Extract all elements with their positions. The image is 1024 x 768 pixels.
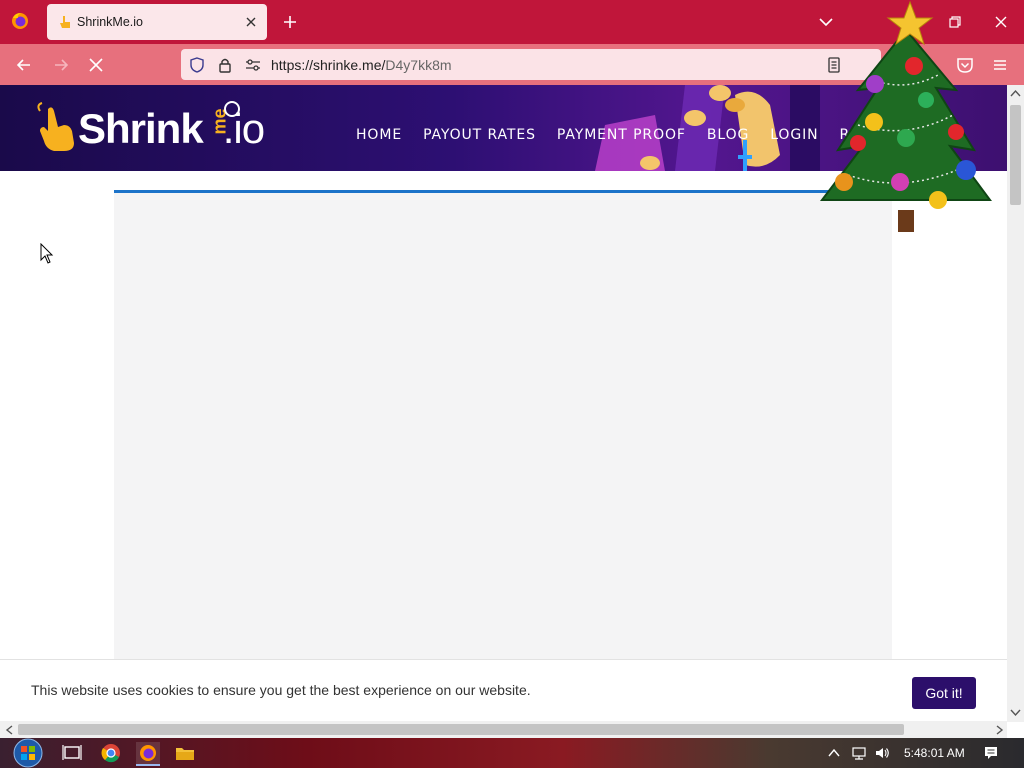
mouse-cursor-icon: [40, 243, 54, 264]
nav-payment-proof[interactable]: PAYMENT PROOF: [557, 127, 686, 143]
close-icon[interactable]: [992, 13, 1010, 31]
horizontal-scrollbar[interactable]: [0, 721, 1007, 738]
nav-payout-rates[interactable]: PAYOUT RATES: [423, 127, 536, 143]
stop-icon[interactable]: [86, 55, 106, 75]
site-nav: HOME PAYOUT RATES PAYMENT PROOF BLOG LOG…: [356, 127, 860, 143]
plus-icon[interactable]: [281, 13, 299, 31]
shield-icon[interactable]: [188, 56, 206, 74]
url-bar[interactable]: https://shrinke.me/D4y7kk8m: [181, 49, 881, 80]
tab-shrinkme[interactable]: ShrinkMe.io: [47, 4, 267, 40]
horizontal-scroll-thumb[interactable]: [18, 724, 904, 735]
nav-blog[interactable]: BLOG: [707, 127, 749, 143]
chevron-up-icon[interactable]: [826, 745, 842, 761]
volume-icon[interactable]: [874, 745, 890, 761]
close-icon[interactable]: [243, 14, 259, 30]
site-logo[interactable]: Shrink .io me: [34, 99, 274, 159]
hamburger-menu-icon[interactable]: [990, 55, 1010, 75]
nav-home[interactable]: HOME: [356, 127, 402, 143]
url-path: D4y7kk8m: [385, 57, 452, 73]
christmas-tree-decoration: [819, 0, 992, 232]
windows-start-icon[interactable]: [9, 738, 47, 768]
logo-main: Shrink: [78, 105, 204, 152]
hand-pointer-icon: [37, 102, 74, 151]
task-view-icon[interactable]: [60, 742, 84, 764]
forward-icon[interactable]: [51, 55, 71, 75]
firefox-icon[interactable]: [136, 742, 160, 766]
scroll-down-icon[interactable]: [1007, 705, 1024, 719]
ring-icon: [224, 101, 240, 117]
url-text[interactable]: https://shrinke.me/D4y7kk8m: [271, 57, 452, 73]
content-placeholder: [114, 190, 892, 663]
scroll-up-icon[interactable]: [1007, 87, 1024, 101]
cookie-accept-button[interactable]: Got it!: [912, 677, 976, 709]
nav-login[interactable]: LOGIN: [770, 127, 818, 143]
cookie-consent-bar: This website uses cookies to ensure you …: [0, 659, 1007, 721]
notifications-icon[interactable]: [983, 745, 999, 761]
taskbar-clock[interactable]: 5:48:01 AM: [904, 746, 965, 760]
chrome-icon[interactable]: [99, 742, 123, 764]
url-host: https://shrinke.me/: [271, 57, 386, 73]
network-icon[interactable]: [851, 745, 867, 761]
tab-title: ShrinkMe.io: [77, 15, 143, 29]
hand-pointer-icon: [60, 16, 70, 28]
vertical-scrollbar[interactable]: [1007, 85, 1024, 722]
cookie-message: This website uses cookies to ensure you …: [31, 682, 531, 698]
scroll-left-icon[interactable]: [2, 723, 19, 737]
vertical-scroll-thumb[interactable]: [1010, 105, 1021, 205]
windows-taskbar: 5:48:01 AM: [0, 738, 1024, 768]
file-explorer-icon[interactable]: [173, 742, 197, 764]
permissions-icon[interactable]: [244, 56, 262, 74]
lock-icon[interactable]: [216, 56, 234, 74]
firefox-icon[interactable]: [11, 12, 29, 30]
back-icon[interactable]: [14, 55, 34, 75]
scroll-right-icon[interactable]: [990, 723, 1007, 737]
